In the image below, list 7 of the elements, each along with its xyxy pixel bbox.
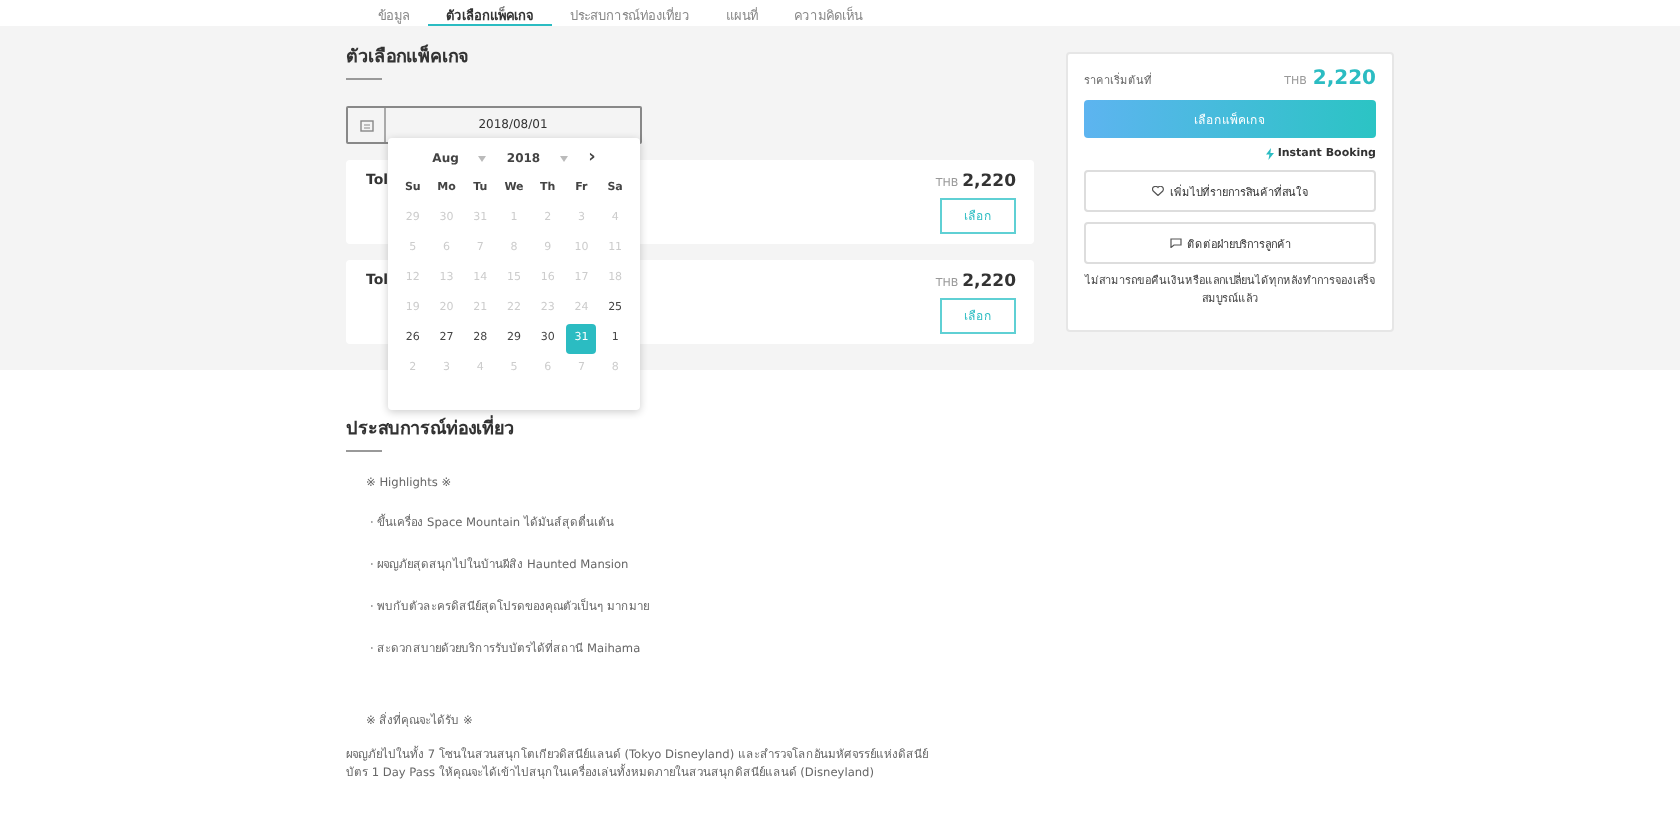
lightning-icon	[1265, 148, 1274, 160]
calendar-icon	[359, 119, 373, 131]
heart-icon	[1152, 186, 1164, 196]
section-title: ตัวเลือกแพ็คเกจ	[346, 42, 470, 72]
next-month-button[interactable]: ›	[588, 148, 596, 168]
section-title: ประสบการณ์ท่องเที่ยว	[346, 414, 1680, 450]
chat-icon	[1169, 238, 1181, 248]
